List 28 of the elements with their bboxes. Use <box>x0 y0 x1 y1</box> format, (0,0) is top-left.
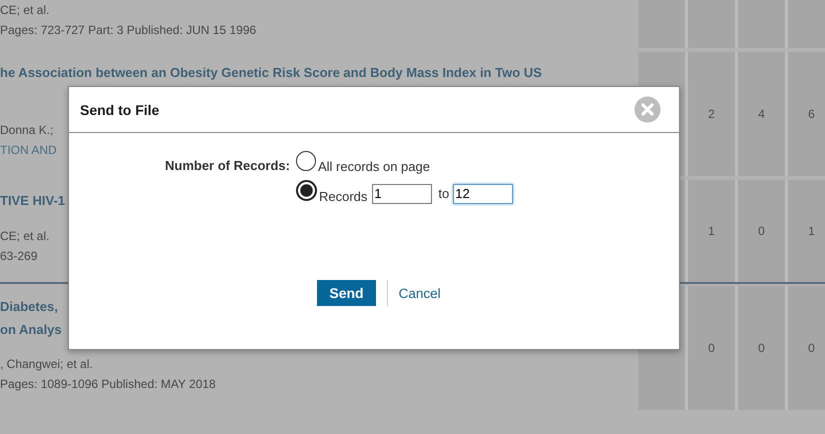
to-label: to <box>438 186 450 201</box>
record-authors: CE; et al. <box>0 2 50 19</box>
table-cell: 0 <box>738 180 785 282</box>
from-record-field[interactable]: 1 <box>372 184 432 204</box>
table-cell: 2 <box>688 52 735 176</box>
send-button[interactable]: Send <box>317 280 376 306</box>
number-of-records-label: Number of Records: <box>165 158 290 175</box>
radio-button[interactable] <box>296 150 316 170</box>
record-authors: , Changwei; et al. <box>0 356 94 373</box>
to-record-field[interactable]: 12 <box>453 184 514 204</box>
record-authors: Donna K.; <box>0 122 54 139</box>
table-cell: 1 <box>788 180 825 282</box>
cancel-link[interactable]: Cancel <box>398 286 441 300</box>
table-cell: 6 <box>788 52 825 176</box>
dialog-title: Send to File <box>80 102 160 118</box>
radio-button[interactable] <box>296 180 317 201</box>
record-authors: CE; et al. <box>0 228 50 245</box>
record-source: Pages: 723-727 Part: 3 Published: JUN 15 1996 <box>0 22 258 39</box>
record-source: Pages: 1089-1096 Published: MAY 2018 <box>0 376 217 393</box>
table-cell: 1 <box>688 180 735 282</box>
option-label: All records on page <box>318 159 430 174</box>
option-label: Records <box>318 189 368 204</box>
record-source: 63-269 <box>0 248 38 265</box>
table-cell: 4 <box>738 52 785 176</box>
record-title-link[interactable]: he Association between an Obesity Genetic Risk Score and Body Mass Index in Two US <box>0 61 638 84</box>
table-cell: 0 <box>688 286 735 410</box>
table-cell: 0 <box>738 286 785 410</box>
table-cell: 0 <box>788 286 825 410</box>
